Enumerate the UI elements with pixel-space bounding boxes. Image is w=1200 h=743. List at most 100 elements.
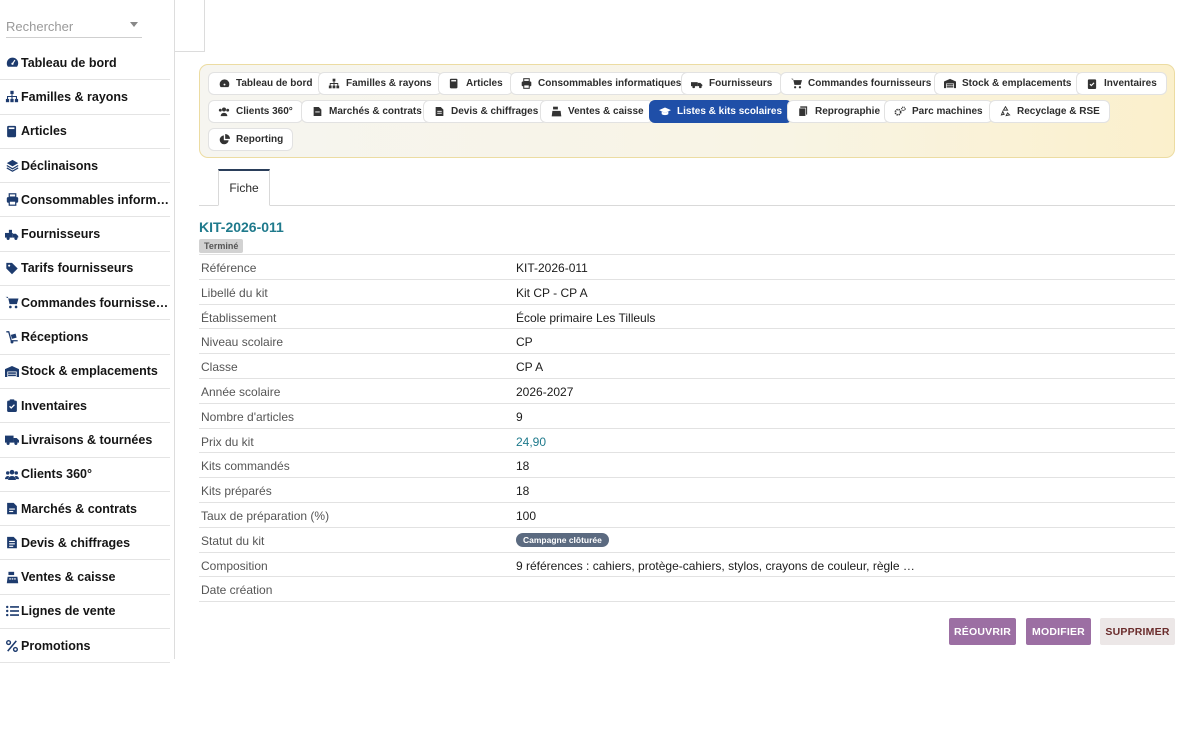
sidebar-item-label: Lignes de vente bbox=[21, 604, 116, 619]
sidebar-item-inventaires[interactable]: Inventaires bbox=[0, 389, 170, 424]
module-tab-tableau-de-bord[interactable]: Tableau de bord bbox=[208, 72, 323, 95]
module-tab-familles[interactable]: Familles & rayons bbox=[318, 72, 442, 95]
sitemap-icon bbox=[5, 90, 19, 104]
sidebar-item-label: Articles bbox=[21, 124, 67, 139]
module-tab-commandes[interactable]: Commandes fournisseurs bbox=[780, 72, 942, 95]
document-icon bbox=[5, 536, 19, 550]
sidebar-item-label: Promotions bbox=[21, 638, 91, 653]
module-tab-recyclage[interactable]: Recyclage & RSE bbox=[989, 100, 1110, 123]
recycle-icon bbox=[999, 106, 1011, 118]
gauge-icon bbox=[218, 78, 230, 90]
field-row-composition: Composition 9 références : cahiers, protè… bbox=[199, 553, 1175, 578]
sidebar-item-label: Tarifs fournisseurs bbox=[21, 261, 134, 276]
field-value: École primaire Les Tilleuls bbox=[516, 310, 656, 325]
cogs-icon bbox=[894, 106, 906, 118]
module-tab-consommables[interactable]: Consommables informatiques bbox=[510, 72, 692, 95]
field-label: Nombre d'articles bbox=[201, 409, 294, 424]
edit-button[interactable]: MODIFIER bbox=[1026, 618, 1091, 645]
module-tab-ventes[interactable]: Ventes & caisse bbox=[540, 100, 654, 123]
sidebar-item-tarifs[interactable]: Tarifs fournisseurs bbox=[0, 252, 170, 287]
sidebar-item-consommables[interactable]: Consommables informatiques bbox=[0, 183, 170, 218]
layers-icon bbox=[5, 159, 19, 173]
top-corner-box bbox=[175, 0, 205, 52]
chevron-down-icon[interactable] bbox=[130, 22, 138, 27]
module-tab-devis[interactable]: Devis & chiffrages bbox=[423, 100, 549, 123]
sidebar-item-articles[interactable]: Articles bbox=[0, 115, 170, 149]
module-tab-marches[interactable]: Marchés & contrats bbox=[301, 100, 432, 123]
reopen-button[interactable]: RÉOUVRIR bbox=[949, 618, 1016, 645]
field-label: Kits préparés bbox=[201, 484, 272, 499]
sidebar-item-marches[interactable]: Marchés & contrats bbox=[0, 492, 170, 527]
contract-icon bbox=[5, 502, 19, 516]
cart-icon bbox=[5, 296, 19, 310]
tab-bar-line bbox=[199, 205, 1175, 206]
module-tab-parc-machines[interactable]: Parc machines bbox=[884, 100, 993, 123]
module-tab-listes-kits[interactable]: Listes & kits scolaires bbox=[649, 100, 793, 123]
sidebar-item-declinaisons[interactable]: Déclinaisons bbox=[0, 149, 170, 184]
field-row-date-creation: Date création bbox=[199, 577, 1175, 603]
module-tab-inventaires[interactable]: Inventaires bbox=[1076, 72, 1167, 95]
sidebar: Rechercher Tableau de bord Familles & ra… bbox=[0, 0, 175, 664]
field-label: Référence bbox=[201, 261, 257, 275]
search-select[interactable]: Rechercher bbox=[6, 10, 142, 38]
module-tabs-panel: Tableau de bord Familles & rayons Articl… bbox=[199, 64, 1175, 158]
module-tab-fournisseurs[interactable]: Fournisseurs bbox=[681, 72, 783, 95]
field-value: Kit CP - CP A bbox=[516, 285, 588, 300]
sidebar-item-label: Marchés & contrats bbox=[21, 501, 138, 516]
sidebar-item-lignes[interactable]: Lignes de vente bbox=[0, 595, 170, 630]
warehouse-icon bbox=[5, 364, 19, 378]
module-tab-reprographie[interactable]: Reprographie bbox=[787, 100, 891, 123]
field-row-classe: Classe CP A bbox=[199, 354, 1175, 379]
sidebar-item-livraisons[interactable]: Livraisons & tournées bbox=[0, 423, 170, 458]
field-value: CP A bbox=[516, 360, 544, 375]
sidebar-item-label: Stock & emplacements bbox=[21, 364, 158, 379]
sidebar-item-label: Réceptions bbox=[21, 330, 89, 345]
truck-icon bbox=[5, 227, 19, 241]
field-row-kits-commandes: Kits commandés 18 bbox=[199, 453, 1175, 479]
module-tab-clients[interactable]: Clients 360° bbox=[208, 100, 303, 123]
field-label: Établissement bbox=[201, 310, 277, 325]
sidebar-item-familles[interactable]: Familles & rayons bbox=[0, 80, 170, 115]
field-label: Année scolaire bbox=[201, 384, 281, 399]
sidebar-item-label: Déclinaisons bbox=[21, 158, 99, 173]
sidebar-item-commandes[interactable]: Commandes fournisseurs bbox=[0, 286, 170, 321]
sidebar-item-receptions[interactable]: Réceptions bbox=[0, 320, 170, 355]
tab-fiche[interactable]: Fiche bbox=[218, 169, 270, 206]
record-fields: Référence KIT-2026-011 Libellé du kit Kit … bbox=[199, 254, 1175, 603]
warehouse-icon bbox=[944, 78, 956, 90]
sidebar-item-promotions[interactable]: Promotions bbox=[0, 629, 170, 664]
field-label: Classe bbox=[201, 360, 238, 375]
printer-icon bbox=[520, 78, 532, 90]
field-value: 100 bbox=[516, 508, 537, 523]
sidebar-item-clients[interactable]: Clients 360° bbox=[0, 458, 170, 492]
cash-register-icon bbox=[5, 570, 19, 584]
record-title: KIT-2026-011 bbox=[199, 219, 284, 235]
search-input[interactable]: Rechercher bbox=[6, 19, 73, 34]
module-tab-articles[interactable]: Articles bbox=[438, 72, 513, 95]
field-label: Composition bbox=[201, 558, 268, 573]
sidebar-item-fournisseurs[interactable]: Fournisseurs bbox=[0, 217, 170, 252]
field-value: KIT-2026-011 bbox=[516, 261, 588, 275]
printer-icon bbox=[5, 193, 19, 207]
field-value-price: 24,90 bbox=[516, 434, 547, 449]
delete-button[interactable]: SUPPRIMER bbox=[1100, 618, 1175, 645]
sidebar-item-stock[interactable]: Stock & emplacements bbox=[0, 355, 170, 389]
clipboard-check-icon bbox=[5, 399, 19, 413]
sidebar-item-devis[interactable]: Devis & chiffrages bbox=[0, 526, 170, 561]
field-value: CP bbox=[516, 335, 533, 350]
dolly-icon bbox=[5, 330, 19, 344]
sidebar-nav: Tableau de bord Familles & rayons Articl… bbox=[0, 46, 170, 664]
sidebar-item-tableau-de-bord[interactable]: Tableau de bord bbox=[0, 46, 170, 81]
book-icon bbox=[5, 124, 19, 138]
field-label: Kits commandés bbox=[201, 459, 290, 474]
field-label: Date création bbox=[201, 583, 273, 598]
field-row-libelle: Libellé du kit Kit CP - CP A bbox=[199, 280, 1175, 305]
field-row-kits-prepares: Kits préparés 18 bbox=[199, 478, 1175, 503]
sidebar-item-ventes[interactable]: Ventes & caisse bbox=[0, 560, 170, 595]
module-tab-reporting[interactable]: Reporting bbox=[208, 128, 294, 151]
users-icon bbox=[5, 467, 19, 481]
module-tab-stock[interactable]: Stock & emplacements bbox=[934, 72, 1082, 95]
sidebar-item-label: Tableau de bord bbox=[21, 55, 117, 70]
sidebar-item-label: Clients 360° bbox=[21, 467, 93, 482]
field-label: Niveau scolaire bbox=[201, 335, 284, 350]
